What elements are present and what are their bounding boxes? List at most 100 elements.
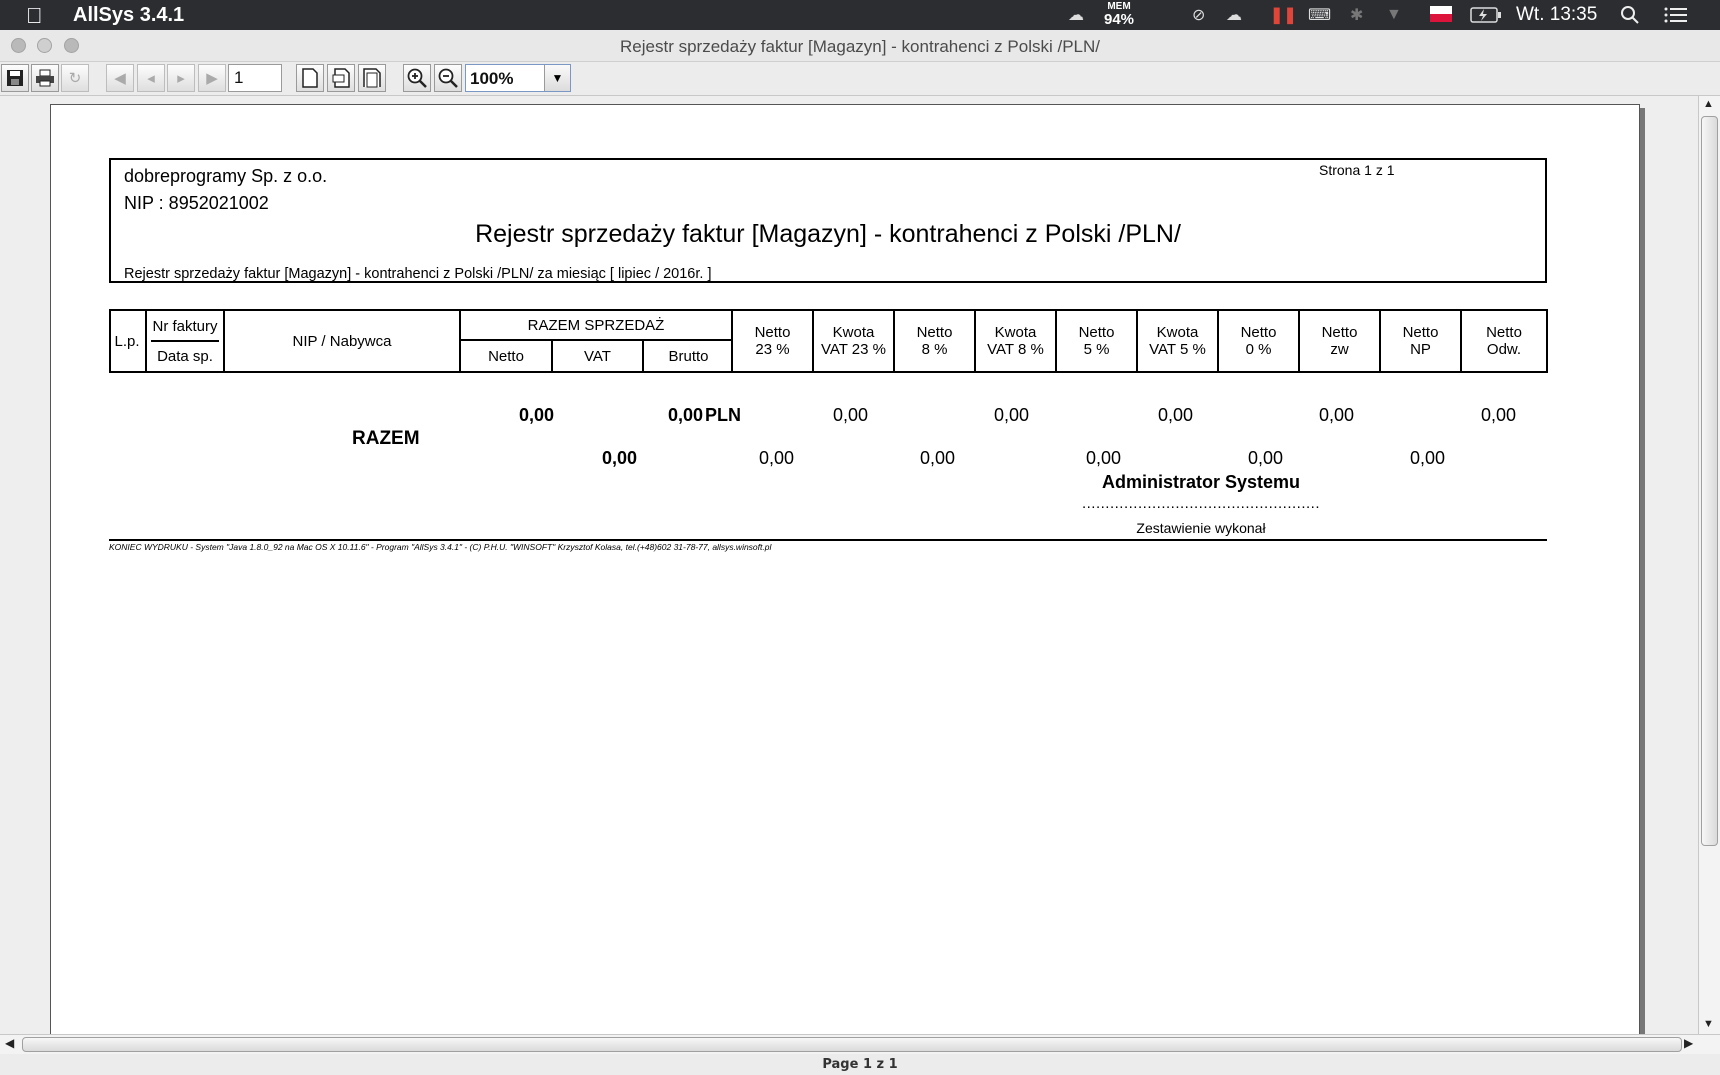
save-button[interactable] xyxy=(1,64,29,92)
column-vat-23-line1: Kwota xyxy=(832,324,875,341)
report-toolbar: ↻ ◀​ ◂ ▸ ▶ 1 100% ▼ xyxy=(0,62,1720,96)
scroll-down-icon[interactable]: ▼ xyxy=(1703,1018,1714,1030)
column-net-zw: Netto zw xyxy=(1298,311,1379,371)
total-net-np: 0,00 xyxy=(1409,448,1445,468)
horizontal-scroll-thumb[interactable] xyxy=(22,1037,1682,1052)
scroll-right-icon[interactable]: ▶ xyxy=(1684,1036,1693,1050)
company-name: dobreprogramy Sp. z o.o. xyxy=(124,166,328,186)
column-net-5: Netto 5 % xyxy=(1055,311,1136,371)
creative-cloud-icon[interactable]: ☁ xyxy=(1068,5,1084,25)
floppy-disk-icon xyxy=(7,70,23,86)
total-net-23: 0,00 xyxy=(832,405,868,425)
battery-charging-icon xyxy=(1470,7,1501,23)
magnifier-icon xyxy=(1621,6,1639,24)
column-net-odw-line1: Netto xyxy=(1486,324,1522,341)
memory-indicator[interactable]: MEM 94% xyxy=(1104,2,1135,28)
company-nip: NIP : 8952021002 xyxy=(124,193,269,213)
memory-value: 94% xyxy=(1104,11,1135,28)
list-icon xyxy=(1664,7,1687,23)
fit-width-button[interactable] xyxy=(358,64,386,92)
first-page-button[interactable]: ◀​ xyxy=(106,64,134,92)
spotlight-search-icon[interactable] xyxy=(1620,5,1640,25)
column-net-5-line2: 5 % xyxy=(1083,341,1110,358)
zoom-out-button[interactable] xyxy=(434,64,462,92)
zoom-select[interactable]: 100% ▼ xyxy=(465,64,571,92)
print-button[interactable] xyxy=(31,64,59,92)
total-vat-8: 0,00 xyxy=(919,448,955,468)
zoom-in-icon xyxy=(407,68,427,88)
next-page-icon: ▸ xyxy=(177,70,185,87)
previous-page-icon: ◂ xyxy=(147,70,155,87)
column-net-8: Netto 8 % xyxy=(893,311,974,371)
total-net-5: 0,00 xyxy=(1157,405,1193,425)
total-vat-5: 0,00 xyxy=(1085,448,1121,468)
fit-page-button[interactable] xyxy=(327,64,355,92)
last-page-icon: ▶ xyxy=(206,70,218,87)
apple-icon[interactable]:  xyxy=(26,3,43,29)
poland-flag-icon xyxy=(1430,6,1452,22)
chevron-down-icon[interactable]: ▼ xyxy=(544,65,570,91)
menubar-clock[interactable]: Wt. 13:35 xyxy=(1516,4,1597,26)
column-net-np-line1: Netto xyxy=(1402,324,1439,341)
zoom-out-icon xyxy=(438,68,458,88)
actual-size-button[interactable] xyxy=(296,64,324,92)
column-invoice-number: Nr faktury xyxy=(151,312,219,342)
column-total-sales: RAZEM SPRZEDAŻ Netto VAT Brutto xyxy=(459,311,731,371)
column-buyer-label: NIP / Nabywca xyxy=(292,332,392,350)
column-invoice: Nr faktury Data sp. xyxy=(145,311,223,371)
column-buyer: NIP / Nabywca xyxy=(223,311,459,371)
pause-icon[interactable]: ❚❚ xyxy=(1270,5,1297,25)
zoom-in-button[interactable] xyxy=(403,64,431,92)
total-currency: PLN xyxy=(705,405,741,425)
notification-center-icon[interactable] xyxy=(1664,5,1688,25)
refresh-icon: ↻ xyxy=(68,70,82,87)
app-name-menu[interactable]: AllSys 3.4.1 xyxy=(73,4,184,27)
column-net-np: Netto NP xyxy=(1379,311,1460,371)
vertical-scroll-thumb[interactable] xyxy=(1701,116,1718,846)
window-titlebar: Rejestr sprzedaży faktur [Magazyn] - kon… xyxy=(0,30,1720,62)
keyboard-icon[interactable]: ⌨ xyxy=(1308,5,1331,25)
column-net-np-line2: NP xyxy=(1410,341,1431,358)
total-net-0: 0,00 xyxy=(1318,405,1354,425)
footer-divider xyxy=(109,539,1547,541)
zoom-value: 100% xyxy=(470,69,514,88)
column-lp-label: L.p. xyxy=(114,332,140,350)
signature-label: Zestawienie wykonał xyxy=(1136,520,1266,536)
total-vat: 0,00 xyxy=(601,448,637,468)
total-net-zw: 0,00 xyxy=(1247,448,1283,468)
report-header-box: dobreprogramy Sp. z o.o. NIP : 895202100… xyxy=(109,158,1547,283)
signature-line: ........................................… xyxy=(1081,495,1321,512)
scroll-left-icon[interactable]: ◀ xyxy=(5,1036,14,1050)
sync-icon[interactable]: ⊘ xyxy=(1192,5,1205,25)
fit-width-icon xyxy=(363,68,381,88)
cloud-home-icon[interactable]: ☁ xyxy=(1226,5,1242,25)
battery-icon[interactable] xyxy=(1470,5,1502,25)
previous-page-button[interactable]: ◂ xyxy=(137,64,165,92)
column-vat-5: Kwota VAT 5 % xyxy=(1136,311,1217,371)
column-net-5-line1: Netto xyxy=(1078,324,1115,341)
column-net-23-line1: Netto xyxy=(754,324,791,341)
column-header-table: L.p. Nr faktury Data sp. NIP / Nabywca R… xyxy=(109,309,1548,373)
column-net-0-line2: 0 % xyxy=(1245,341,1272,358)
column-vat-5-line2: VAT 5 % xyxy=(1149,341,1206,358)
first-page-icon: ◀​ xyxy=(114,70,126,87)
column-vat-8-line2: VAT 8 % xyxy=(987,341,1044,358)
vertical-scrollbar[interactable]: ▲ ▼ xyxy=(1698,96,1720,1034)
page-icon xyxy=(302,68,318,88)
refresh-button[interactable]: ↻ xyxy=(61,64,89,92)
status-bar: Page 1 z 1 xyxy=(0,1054,1720,1075)
column-sale-date: Data sp. xyxy=(157,347,213,365)
flag-icon[interactable] xyxy=(1430,5,1452,25)
horizontal-scrollbar[interactable]: ◀ ▶ xyxy=(0,1034,1720,1054)
wifi-icon[interactable]: ▼ xyxy=(1386,5,1402,25)
fit-page-icon xyxy=(332,68,350,88)
last-page-button[interactable]: ▶ xyxy=(198,64,226,92)
printer-icon xyxy=(36,69,54,87)
signature-name: Administrator Systemu xyxy=(1101,472,1301,492)
bluetooth-icon[interactable]: ✱ xyxy=(1350,5,1363,25)
column-net-0-line1: Netto xyxy=(1240,324,1277,341)
page-number-field[interactable]: 1 xyxy=(228,64,282,92)
total-net: 0,00 xyxy=(518,405,554,425)
next-page-button[interactable]: ▸ xyxy=(167,64,195,92)
scroll-up-icon[interactable]: ▲ xyxy=(1703,98,1714,110)
